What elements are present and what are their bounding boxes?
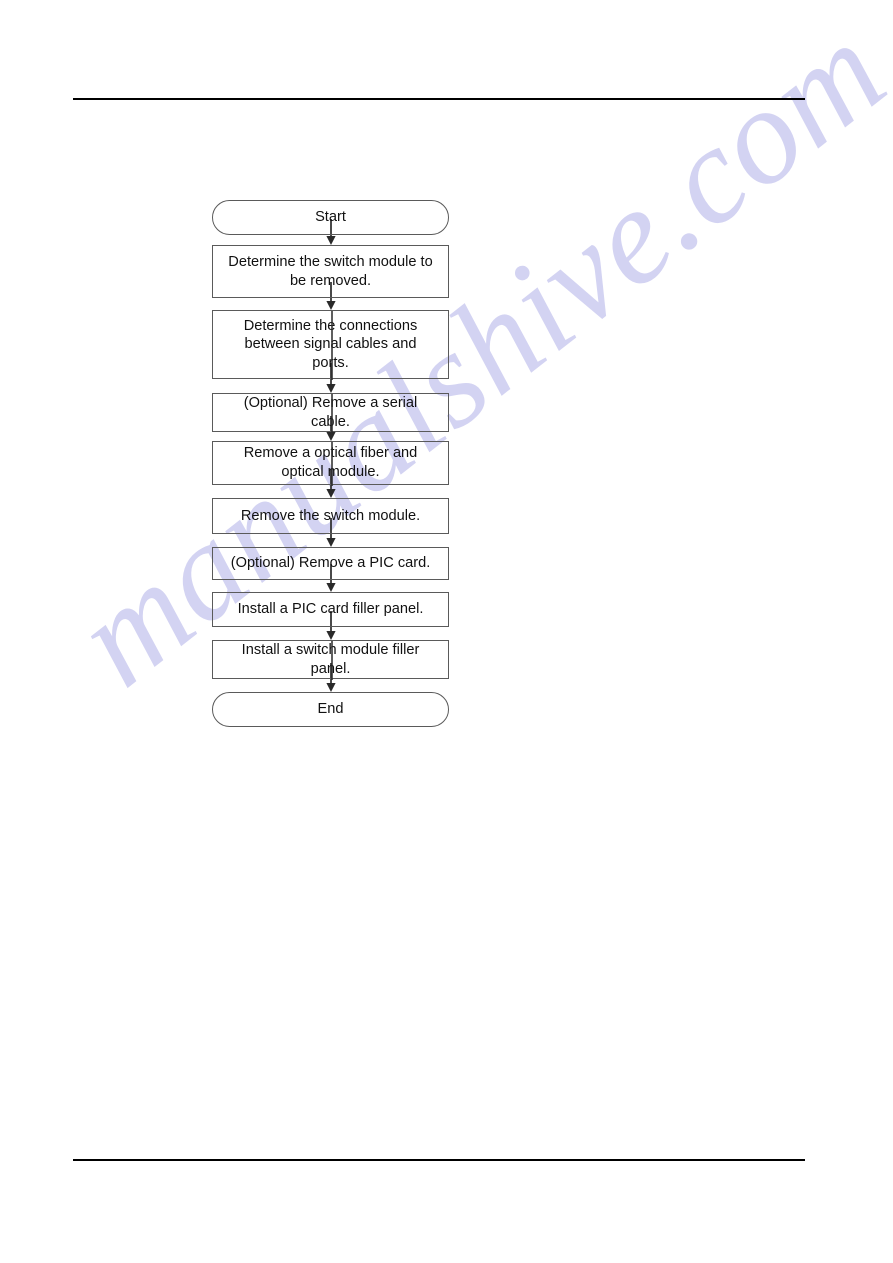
flow-node-start: Start (212, 200, 449, 235)
flow-node-remove-switch: Remove the switch module. (212, 498, 449, 534)
document-page: manualshive.com Start Determine the switc… (0, 0, 893, 1263)
flow-connector (212, 282, 449, 310)
flow-node-remove-serial: (Optional) Remove a serial cable. (212, 393, 449, 433)
flow-node-remove-optical: Remove a optical fiber and optical modul… (212, 441, 449, 486)
flow-connector (212, 663, 449, 692)
flow-connector (212, 416, 449, 441)
flow-node-label: Remove a optical fiber and optical modul… (243, 445, 418, 480)
flowchart: Start Determine the switch module to be r… (212, 200, 449, 727)
flow-node-end: End (212, 692, 449, 727)
flow-node-label: Determine the switch module to be remove… (228, 253, 433, 289)
flow-connector (212, 564, 449, 592)
flow-node-determine-module: Determine the switch module to be remove… (212, 245, 449, 298)
flow-node-label: End (317, 701, 344, 718)
watermark-text: manualshive.com (47, 0, 893, 715)
flow-node-install-switch: Install a switch module filler panel. (212, 640, 449, 680)
flow-node-install-pic: Install a PIC card filler panel. (212, 592, 449, 627)
flow-connector (212, 469, 449, 498)
footer-rule (73, 1159, 805, 1161)
flow-node-label: Install a switch module filler panel. (241, 641, 420, 677)
flow-node-label: Install a PIC card filler panel. (237, 601, 424, 618)
flow-node-label: (Optional) Remove a PIC card. (230, 555, 431, 572)
flow-connector (212, 611, 449, 640)
flow-node-label: (Optional) Remove a serial cable. (243, 394, 418, 430)
flow-node-label: Start (315, 209, 346, 226)
header-rule (73, 98, 805, 100)
flow-node-remove-pic: (Optional) Remove a PIC card. (212, 547, 449, 580)
flow-connector (212, 363, 449, 393)
flow-node-determine-conns: Determine the connections between signal… (212, 310, 449, 380)
flow-connector (212, 518, 449, 547)
flow-node-label: Determine the connections between signal… (243, 317, 418, 371)
flow-connector (212, 219, 449, 245)
flow-node-label: Remove the switch module. (240, 507, 421, 524)
